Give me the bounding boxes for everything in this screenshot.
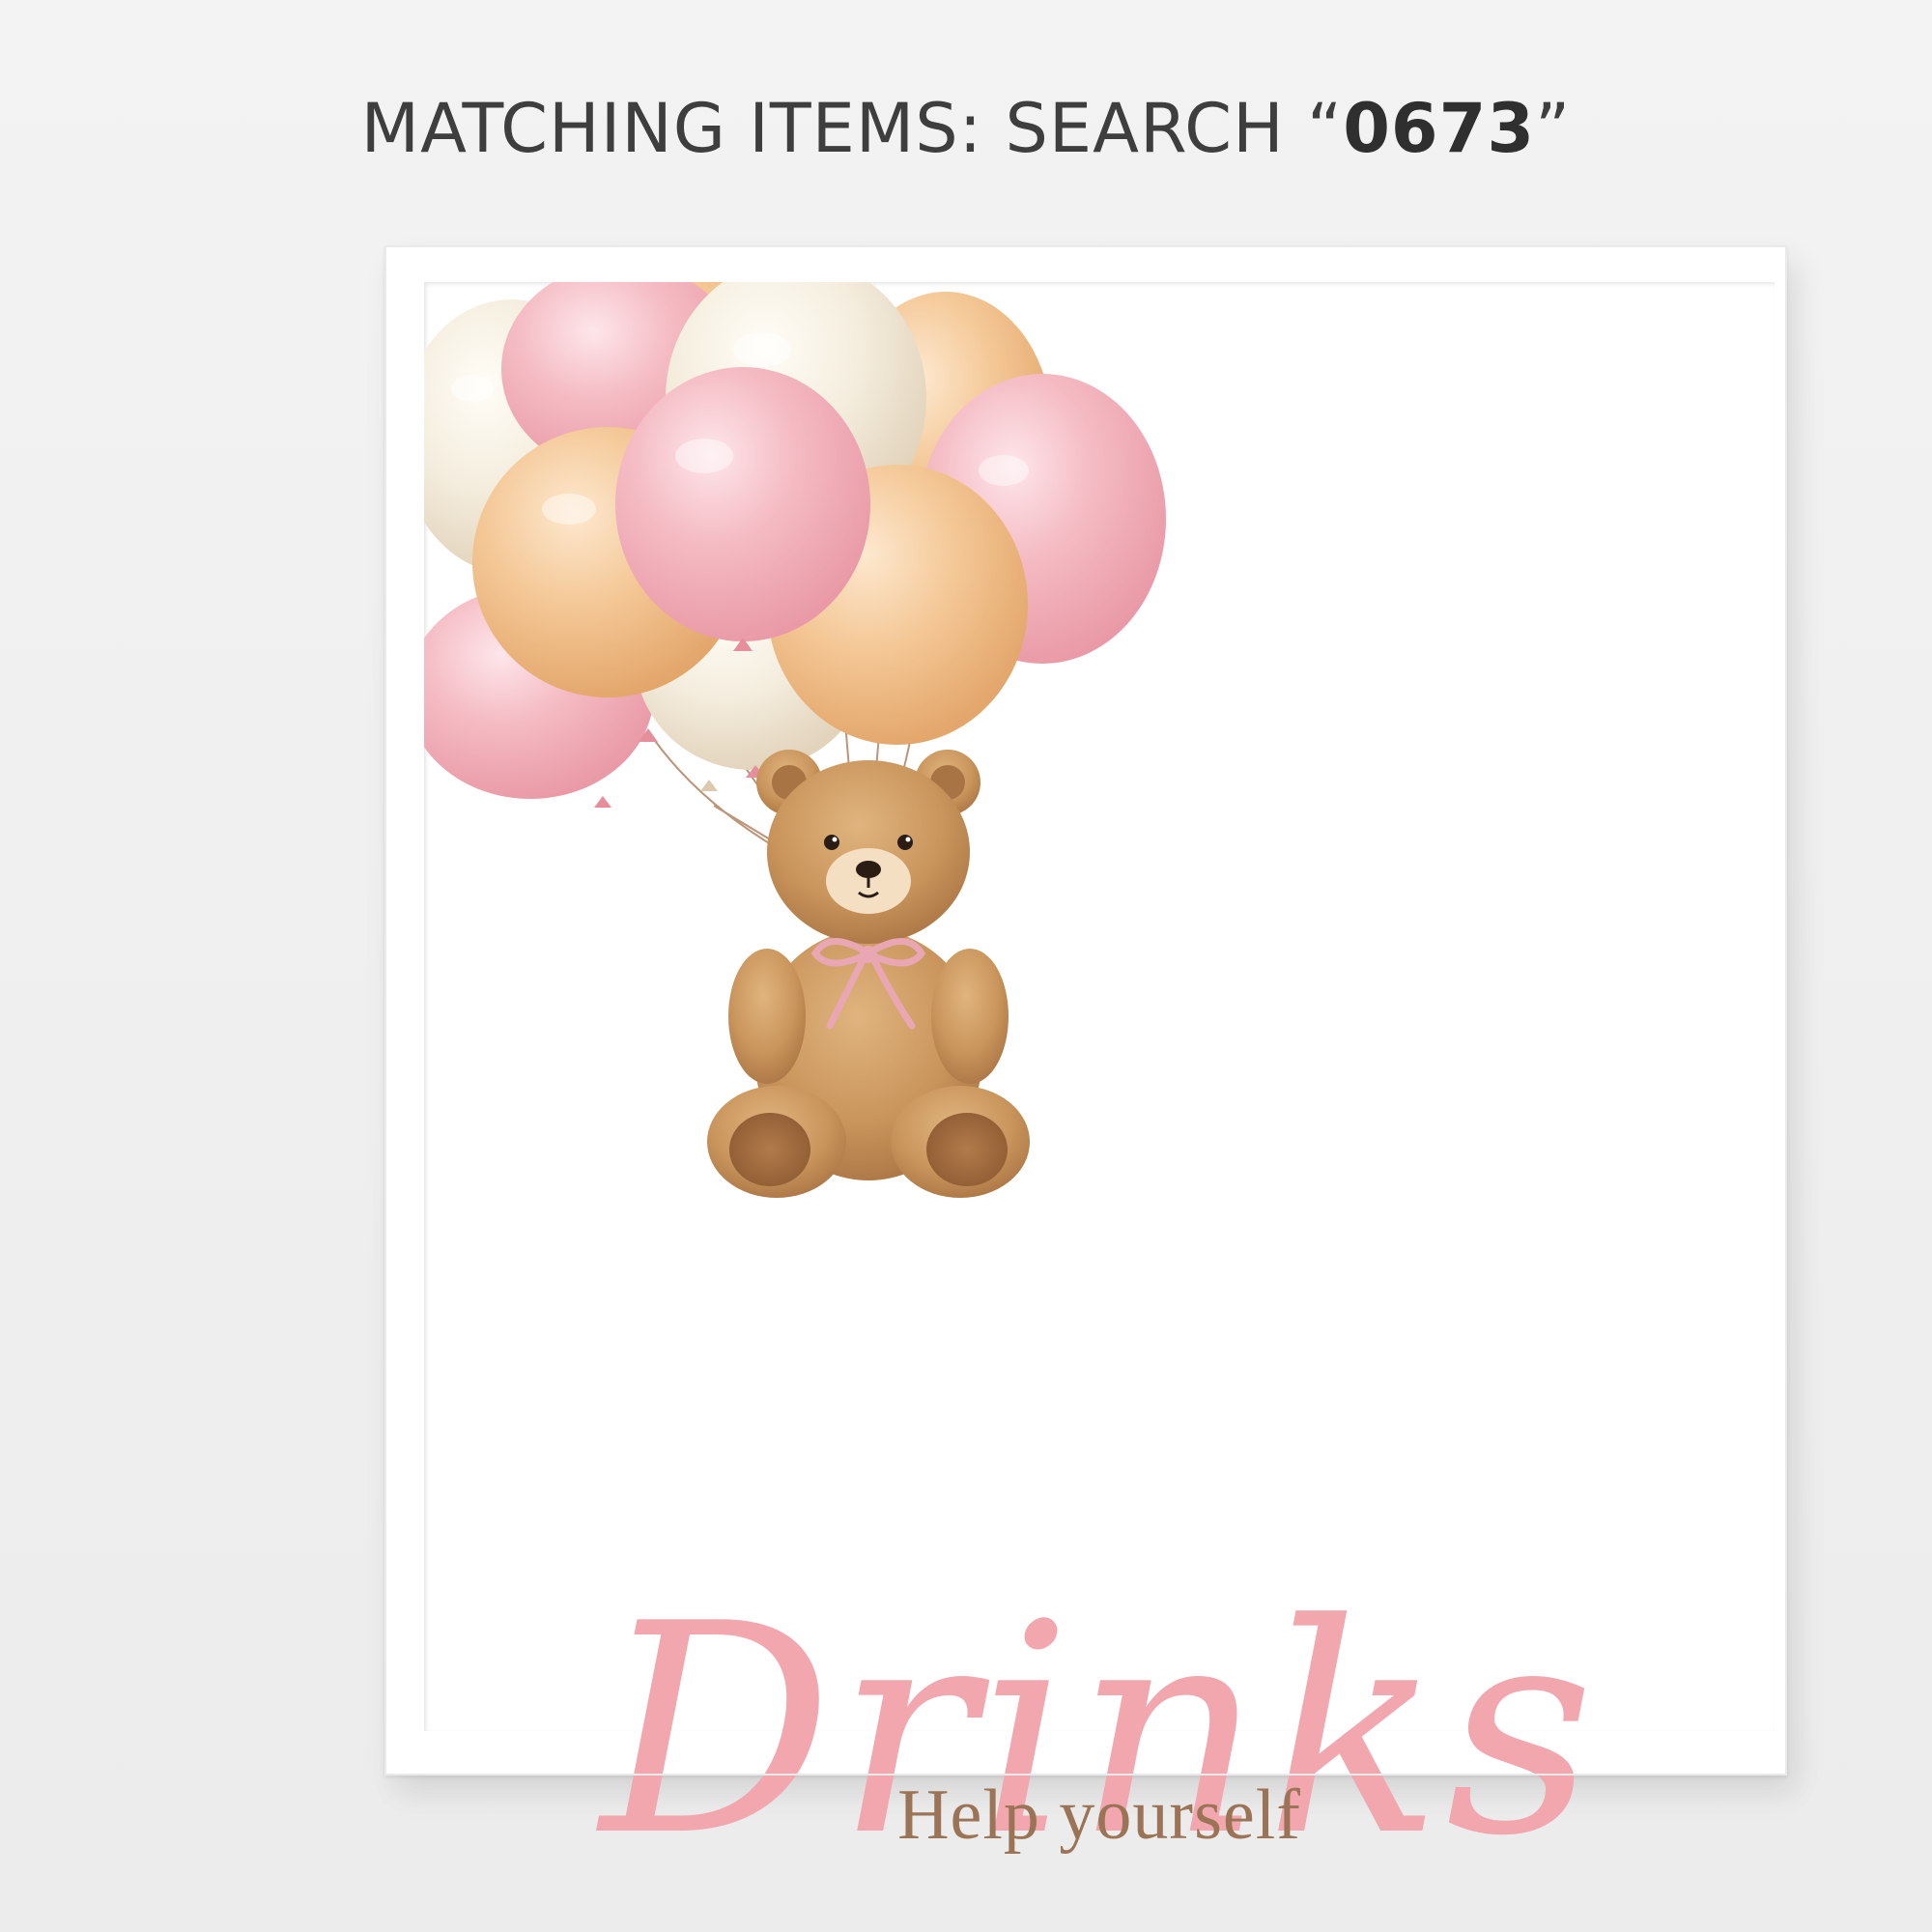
heading-prefix: MATCHING ITEMS: SEARCH “ bbox=[360, 89, 1344, 168]
matching-items-heading: MATCHING ITEMS: SEARCH “0673” bbox=[0, 89, 1932, 168]
teddy-bear bbox=[707, 750, 1030, 1198]
heading-suffix: ” bbox=[1535, 89, 1572, 168]
picture-frame: Drinks Help yourself bbox=[384, 245, 1787, 1876]
poster-subtitle: Help yourself bbox=[897, 1776, 1301, 1855]
search-code: 0673 bbox=[1343, 89, 1536, 168]
product-mockup: MATCHING ITEMS: SEARCH “0673” Drinks Hel… bbox=[0, 0, 1932, 1932]
teddy-bear-balloons-illustration bbox=[424, 282, 1166, 1198]
balloon-cluster bbox=[424, 282, 1166, 808]
poster-print: Drinks Help yourself bbox=[424, 282, 1775, 1876]
